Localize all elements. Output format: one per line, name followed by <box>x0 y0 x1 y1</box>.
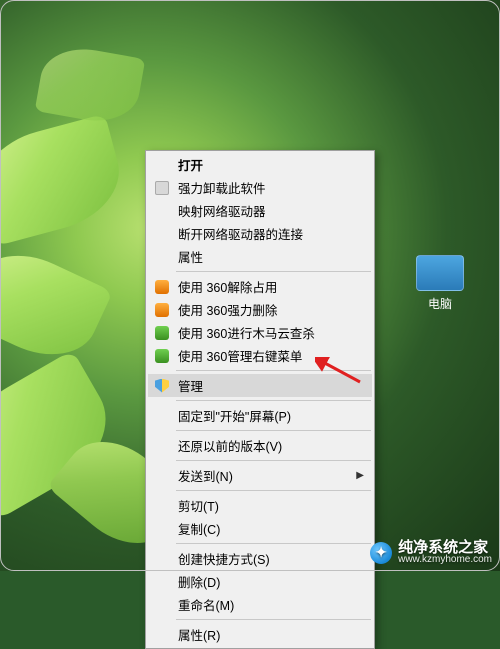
menu-separator <box>176 460 371 461</box>
context-menu: 打开强力卸载此软件映射网络驱动器断开网络驱动器的连接属性使用 360解除占用使用… <box>145 150 375 649</box>
menu-item-360-unlock[interactable]: 使用 360解除占用 <box>148 275 372 298</box>
menu-item-disconnect-drive[interactable]: 断开网络驱动器的连接 <box>148 222 372 245</box>
menu-item-restore-version[interactable]: 还原以前的版本(V) <box>148 434 372 457</box>
leaf-decoration <box>0 114 131 247</box>
menu-item-label: 打开 <box>178 155 203 174</box>
gray-icon <box>154 180 170 196</box>
menu-item-label: 使用 360强力删除 <box>178 300 277 319</box>
watermark-logo-icon: ✦ <box>370 542 392 564</box>
menu-separator <box>176 400 371 401</box>
menu-item-send-to[interactable]: 发送到(N) ▶ <box>148 464 372 487</box>
menu-separator <box>176 619 371 620</box>
menu-item-label: 发送到(N) <box>178 466 233 485</box>
menu-item-label: 映射网络驱动器 <box>178 201 266 220</box>
menu-item-label: 重命名(M) <box>178 595 234 614</box>
menu-item-label: 剪切(T) <box>178 496 219 515</box>
green-icon <box>154 325 170 341</box>
menu-item-create-shortcut[interactable]: 创建快捷方式(S) <box>148 547 372 570</box>
menu-item-uninstall[interactable]: 强力卸载此软件 <box>148 176 372 199</box>
menu-separator <box>176 271 371 272</box>
menu-item-open[interactable]: 打开 <box>148 153 372 176</box>
menu-item-label: 删除(D) <box>178 572 220 591</box>
menu-item-label: 强力卸载此软件 <box>178 178 266 197</box>
menu-item-360-manage-menu[interactable]: 使用 360管理右键菜单 <box>148 344 372 367</box>
menu-separator <box>176 543 371 544</box>
orange-icon <box>154 279 170 295</box>
menu-item-cut[interactable]: 剪切(T) <box>148 494 372 517</box>
green-icon <box>154 348 170 364</box>
menu-item-delete[interactable]: 删除(D) <box>148 570 372 593</box>
menu-item-copy[interactable]: 复制(C) <box>148 517 372 540</box>
menu-item-360-force-delete[interactable]: 使用 360强力删除 <box>148 298 372 321</box>
menu-item-360-scan[interactable]: 使用 360进行木马云查杀 <box>148 321 372 344</box>
menu-item-rename[interactable]: 重命名(M) <box>148 593 372 616</box>
watermark-url: www.kzmyhome.com <box>398 555 492 565</box>
orange-icon <box>154 302 170 318</box>
menu-item-pin-start[interactable]: 固定到"开始"屏幕(P) <box>148 404 372 427</box>
menu-item-label: 管理 <box>178 376 203 395</box>
menu-item-label: 使用 360解除占用 <box>178 277 277 296</box>
menu-item-label: 使用 360管理右键菜单 <box>178 346 302 365</box>
leaf-decoration <box>35 42 146 128</box>
menu-item-properties-2[interactable]: 属性(R) <box>148 623 372 646</box>
shield-icon <box>154 378 170 394</box>
menu-item-manage[interactable]: 管理 <box>148 374 372 397</box>
menu-item-label: 还原以前的版本(V) <box>178 436 282 455</box>
menu-separator <box>176 490 371 491</box>
menu-item-map-drive[interactable]: 映射网络驱动器 <box>148 199 372 222</box>
menu-item-properties-1[interactable]: 属性 <box>148 245 372 268</box>
menu-item-label: 使用 360进行木马云查杀 <box>178 323 315 342</box>
menu-item-label: 固定到"开始"屏幕(P) <box>178 406 291 425</box>
menu-item-label: 创建快捷方式(S) <box>178 549 270 568</box>
desktop-icon-this-pc[interactable]: 电脑 <box>410 255 470 312</box>
menu-item-label: 属性(R) <box>178 625 220 644</box>
menu-item-label: 属性 <box>178 247 203 266</box>
leaf-decoration <box>0 237 113 374</box>
menu-separator <box>176 430 371 431</box>
desktop-icon-label: 电脑 <box>410 295 470 312</box>
watermark-title: 纯净系统之家 <box>398 540 492 555</box>
monitor-icon <box>416 255 464 291</box>
menu-item-label: 复制(C) <box>178 519 220 538</box>
menu-item-label: 断开网络驱动器的连接 <box>178 224 303 243</box>
chevron-right-icon: ▶ <box>356 470 364 481</box>
watermark: ✦ 纯净系统之家 www.kzmyhome.com <box>370 540 492 565</box>
menu-separator <box>176 370 371 371</box>
